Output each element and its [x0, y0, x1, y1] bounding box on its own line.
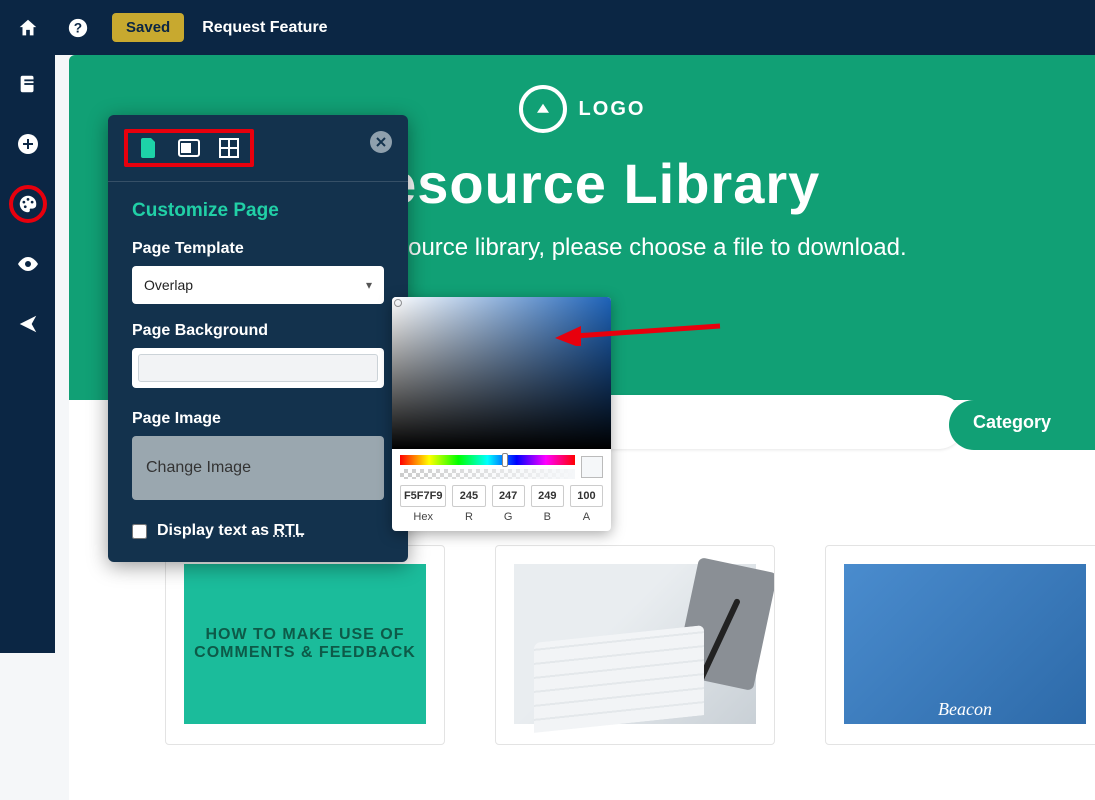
- rail-design-icon[interactable]: [9, 185, 47, 223]
- select-value: Overlap: [144, 277, 193, 293]
- alpha-slider[interactable]: [400, 469, 575, 479]
- background-label: Page Background: [132, 322, 384, 340]
- panel-title: Customize Page: [132, 200, 384, 222]
- top-bar: ? Saved Request Feature: [0, 0, 1095, 55]
- r-input[interactable]: [452, 485, 485, 507]
- rail-pages-icon[interactable]: [9, 65, 47, 103]
- logo-text: LOGO: [579, 98, 646, 121]
- category-button[interactable]: Category: [949, 400, 1095, 450]
- hue-slider[interactable]: [400, 455, 575, 465]
- color-cursor[interactable]: [394, 299, 402, 307]
- side-rail: [0, 55, 55, 653]
- hex-input[interactable]: [400, 485, 446, 507]
- panel-body: Customize Page Page Template Overlap ▾ P…: [108, 182, 408, 562]
- card-thumbnail: HOW TO MAKE USE OF COMMENTS & FEEDBACK: [184, 564, 426, 724]
- color-picker: Hex R G B A: [392, 297, 611, 531]
- rtl-label: Display text as RTL: [157, 522, 305, 540]
- home-icon[interactable]: [12, 12, 44, 44]
- a-label: A: [570, 511, 603, 523]
- current-color-swatch: [581, 456, 603, 478]
- b-input[interactable]: [531, 485, 564, 507]
- rail-send-icon[interactable]: [9, 305, 47, 343]
- close-icon[interactable]: [370, 131, 392, 153]
- panel-tabs: [108, 115, 408, 182]
- template-label: Page Template: [132, 240, 384, 258]
- page-template-select[interactable]: Overlap ▾: [132, 266, 384, 304]
- customize-panel: Customize Page Page Template Overlap ▾ P…: [108, 115, 408, 562]
- resource-card[interactable]: Beacon: [825, 545, 1095, 745]
- image-label: Page Image: [132, 410, 384, 428]
- card-thumbnail: [514, 564, 756, 724]
- select-caret-icon: ▾: [366, 278, 372, 292]
- saved-badge: Saved: [112, 13, 184, 42]
- request-feature-link[interactable]: Request Feature: [202, 19, 327, 37]
- card-thumbnail: Beacon: [844, 564, 1086, 724]
- g-label: G: [492, 511, 525, 523]
- logo-mark-icon: [519, 85, 567, 133]
- svg-text:?: ?: [74, 20, 82, 35]
- rail-add-icon[interactable]: [9, 125, 47, 163]
- tab-grid-icon[interactable]: [218, 137, 240, 159]
- hue-thumb[interactable]: [502, 453, 508, 467]
- r-label: R: [452, 511, 485, 523]
- rtl-row: Display text as RTL: [132, 522, 384, 540]
- a-input[interactable]: [570, 485, 603, 507]
- color-saturation-field[interactable]: [392, 297, 611, 449]
- resource-card[interactable]: [495, 545, 775, 745]
- page-background-swatch[interactable]: [132, 348, 384, 388]
- rail-preview-icon[interactable]: [9, 245, 47, 283]
- hex-label: Hex: [400, 511, 446, 523]
- tab-section-icon[interactable]: [178, 137, 200, 159]
- b-label: B: [531, 511, 564, 523]
- resource-card[interactable]: HOW TO MAKE USE OF COMMENTS & FEEDBACK: [165, 545, 445, 745]
- g-input[interactable]: [492, 485, 525, 507]
- color-values: Hex R G B A: [392, 485, 611, 523]
- panel-tab-group: [124, 129, 254, 167]
- change-image-button[interactable]: Change Image: [132, 436, 384, 500]
- help-icon[interactable]: ?: [62, 12, 94, 44]
- tab-page-icon[interactable]: [138, 137, 160, 159]
- rtl-checkbox[interactable]: [132, 524, 147, 539]
